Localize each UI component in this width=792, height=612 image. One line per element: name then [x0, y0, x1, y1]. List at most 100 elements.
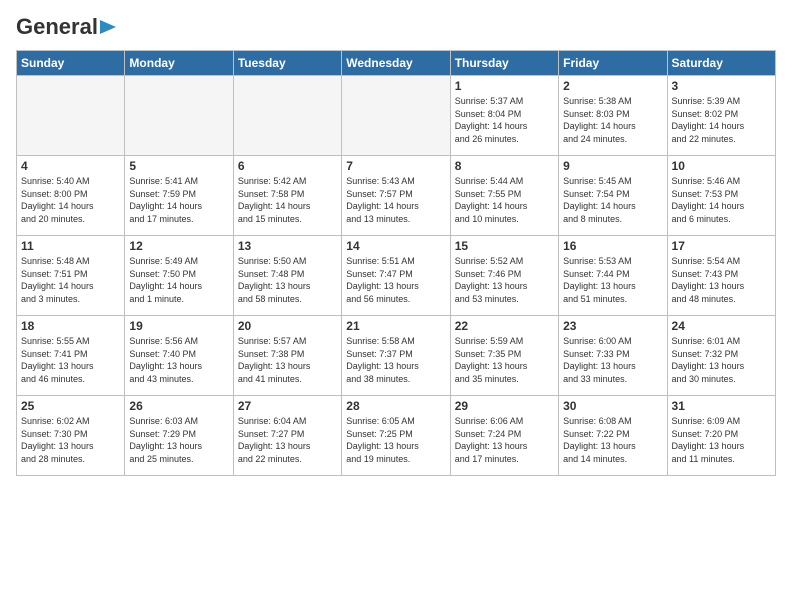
day-number: 23 — [563, 319, 662, 333]
day-info: Sunrise: 5:50 AM Sunset: 7:48 PM Dayligh… — [238, 255, 337, 305]
day-info: Sunrise: 6:08 AM Sunset: 7:22 PM Dayligh… — [563, 415, 662, 465]
day-number: 16 — [563, 239, 662, 253]
day-number: 28 — [346, 399, 445, 413]
day-info: Sunrise: 5:57 AM Sunset: 7:38 PM Dayligh… — [238, 335, 337, 385]
day-number: 13 — [238, 239, 337, 253]
day-info: Sunrise: 5:55 AM Sunset: 7:41 PM Dayligh… — [21, 335, 120, 385]
day-number: 20 — [238, 319, 337, 333]
day-number: 25 — [21, 399, 120, 413]
calendar-cell: 6Sunrise: 5:42 AM Sunset: 7:58 PM Daylig… — [233, 156, 341, 236]
calendar-cell — [125, 76, 233, 156]
day-info: Sunrise: 5:46 AM Sunset: 7:53 PM Dayligh… — [672, 175, 771, 225]
day-info: Sunrise: 5:59 AM Sunset: 7:35 PM Dayligh… — [455, 335, 554, 385]
day-number: 6 — [238, 159, 337, 173]
day-number: 11 — [21, 239, 120, 253]
day-number: 26 — [129, 399, 228, 413]
day-number: 3 — [672, 79, 771, 93]
day-number: 7 — [346, 159, 445, 173]
day-number: 14 — [346, 239, 445, 253]
calendar-cell: 28 Sunrise: 6:05 AM Sunset: 7:25 PM Dayli… — [342, 396, 450, 476]
day-number: 18 — [21, 319, 120, 333]
calendar-cell — [342, 76, 450, 156]
day-info: Sunrise: 6:09 AM Sunset: 7:20 PM Dayligh… — [672, 415, 771, 465]
day-info: Sunrise: 5:58 AM Sunset: 7:37 PM Dayligh… — [346, 335, 445, 385]
calendar-header-row: SundayMondayTuesdayWednesdayThursdayFrid… — [17, 51, 776, 76]
calendar-cell: 9 Sunrise: 5:45 AM Sunset: 7:54 PM Daylig… — [559, 156, 667, 236]
calendar-cell: 24Sunrise: 6:01 AM Sunset: 7:32 PM Dayli… — [667, 316, 775, 396]
day-info: Sunrise: 6:06 AM Sunset: 7:24 PM Dayligh… — [455, 415, 554, 465]
calendar-cell — [233, 76, 341, 156]
page-header: General — [16, 16, 776, 38]
day-info: Sunrise: 5:54 AM Sunset: 7:43 PM Dayligh… — [672, 255, 771, 305]
calendar-week-row: 25 Sunrise: 6:02 AM Sunset: 7:30 PM Dayli… — [17, 396, 776, 476]
calendar-cell: 18 Sunrise: 5:55 AM Sunset: 7:41 PM Dayli… — [17, 316, 125, 396]
day-info: Sunrise: 6:02 AM Sunset: 7:30 PM Dayligh… — [21, 415, 120, 465]
weekday-header-tuesday: Tuesday — [233, 51, 341, 76]
calendar-cell: 5 Sunrise: 5:41 AM Sunset: 7:59 PM Daylig… — [125, 156, 233, 236]
weekday-header-sunday: Sunday — [17, 51, 125, 76]
calendar-cell: 4 Sunrise: 5:40 AM Sunset: 8:00 PM Daylig… — [17, 156, 125, 236]
calendar-cell: 23 Sunrise: 6:00 AM Sunset: 7:33 PM Dayli… — [559, 316, 667, 396]
day-info: Sunrise: 5:44 AM Sunset: 7:55 PM Dayligh… — [455, 175, 554, 225]
day-number: 27 — [238, 399, 337, 413]
day-number: 4 — [21, 159, 120, 173]
day-number: 8 — [455, 159, 554, 173]
day-number: 5 — [129, 159, 228, 173]
day-info: Sunrise: 5:41 AM Sunset: 7:59 PM Dayligh… — [129, 175, 228, 225]
day-info: Sunrise: 6:05 AM Sunset: 7:25 PM Dayligh… — [346, 415, 445, 465]
day-number: 30 — [563, 399, 662, 413]
calendar-cell: 20 Sunrise: 5:57 AM Sunset: 7:38 PM Dayli… — [233, 316, 341, 396]
calendar-week-row: 4 Sunrise: 5:40 AM Sunset: 8:00 PM Daylig… — [17, 156, 776, 236]
weekday-header-monday: Monday — [125, 51, 233, 76]
day-info: Sunrise: 6:00 AM Sunset: 7:33 PM Dayligh… — [563, 335, 662, 385]
calendar-cell: 19Sunrise: 5:56 AM Sunset: 7:40 PM Dayli… — [125, 316, 233, 396]
day-number: 17 — [672, 239, 771, 253]
day-number: 15 — [455, 239, 554, 253]
weekday-header-saturday: Saturday — [667, 51, 775, 76]
calendar-cell: 30 Sunrise: 6:08 AM Sunset: 7:22 PM Dayli… — [559, 396, 667, 476]
day-number: 22 — [455, 319, 554, 333]
calendar-cell — [17, 76, 125, 156]
calendar-cell: 12 Sunrise: 5:49 AM Sunset: 7:50 PM Dayli… — [125, 236, 233, 316]
calendar-cell: 8 Sunrise: 5:44 AM Sunset: 7:55 PM Daylig… — [450, 156, 558, 236]
calendar-week-row: 1 Sunrise: 5:37 AM Sunset: 8:04 PM Daylig… — [17, 76, 776, 156]
calendar-cell: 7 Sunrise: 5:43 AM Sunset: 7:57 PM Daylig… — [342, 156, 450, 236]
day-info: Sunrise: 5:38 AM Sunset: 8:03 PM Dayligh… — [563, 95, 662, 145]
calendar-week-row: 11 Sunrise: 5:48 AM Sunset: 7:51 PM Dayli… — [17, 236, 776, 316]
day-info: Sunrise: 5:40 AM Sunset: 8:00 PM Dayligh… — [21, 175, 120, 225]
day-info: Sunrise: 5:43 AM Sunset: 7:57 PM Dayligh… — [346, 175, 445, 225]
day-info: Sunrise: 5:37 AM Sunset: 8:04 PM Dayligh… — [455, 95, 554, 145]
calendar-cell: 27 Sunrise: 6:04 AM Sunset: 7:27 PM Dayli… — [233, 396, 341, 476]
calendar-cell: 2Sunrise: 5:38 AM Sunset: 8:03 PM Daylig… — [559, 76, 667, 156]
day-info: Sunrise: 6:03 AM Sunset: 7:29 PM Dayligh… — [129, 415, 228, 465]
calendar-cell: 25 Sunrise: 6:02 AM Sunset: 7:30 PM Dayli… — [17, 396, 125, 476]
day-info: Sunrise: 5:51 AM Sunset: 7:47 PM Dayligh… — [346, 255, 445, 305]
day-info: Sunrise: 5:45 AM Sunset: 7:54 PM Dayligh… — [563, 175, 662, 225]
calendar-cell: 22 Sunrise: 5:59 AM Sunset: 7:35 PM Dayli… — [450, 316, 558, 396]
calendar-cell: 15 Sunrise: 5:52 AM Sunset: 7:46 PM Dayli… — [450, 236, 558, 316]
calendar-cell: 13 Sunrise: 5:50 AM Sunset: 7:48 PM Dayli… — [233, 236, 341, 316]
day-info: Sunrise: 6:01 AM Sunset: 7:32 PM Dayligh… — [672, 335, 771, 385]
logo-text: General — [16, 16, 98, 38]
day-info: Sunrise: 6:04 AM Sunset: 7:27 PM Dayligh… — [238, 415, 337, 465]
calendar-week-row: 18 Sunrise: 5:55 AM Sunset: 7:41 PM Dayli… — [17, 316, 776, 396]
day-number: 12 — [129, 239, 228, 253]
day-number: 9 — [563, 159, 662, 173]
calendar-cell: 17 Sunrise: 5:54 AM Sunset: 7:43 PM Dayli… — [667, 236, 775, 316]
calendar-cell: 21 Sunrise: 5:58 AM Sunset: 7:37 PM Dayli… — [342, 316, 450, 396]
day-number: 1 — [455, 79, 554, 93]
day-info: Sunrise: 5:48 AM Sunset: 7:51 PM Dayligh… — [21, 255, 120, 305]
day-number: 10 — [672, 159, 771, 173]
calendar-table: SundayMondayTuesdayWednesdayThursdayFrid… — [16, 50, 776, 476]
day-number: 21 — [346, 319, 445, 333]
calendar-cell: 26 Sunrise: 6:03 AM Sunset: 7:29 PM Dayli… — [125, 396, 233, 476]
day-info: Sunrise: 5:39 AM Sunset: 8:02 PM Dayligh… — [672, 95, 771, 145]
day-info: Sunrise: 5:52 AM Sunset: 7:46 PM Dayligh… — [455, 255, 554, 305]
day-number: 31 — [672, 399, 771, 413]
weekday-header-friday: Friday — [559, 51, 667, 76]
day-info: Sunrise: 5:49 AM Sunset: 7:50 PM Dayligh… — [129, 255, 228, 305]
logo-arrow-icon — [100, 18, 120, 36]
day-number: 19 — [129, 319, 228, 333]
weekday-header-wednesday: Wednesday — [342, 51, 450, 76]
calendar-cell: 11 Sunrise: 5:48 AM Sunset: 7:51 PM Dayli… — [17, 236, 125, 316]
